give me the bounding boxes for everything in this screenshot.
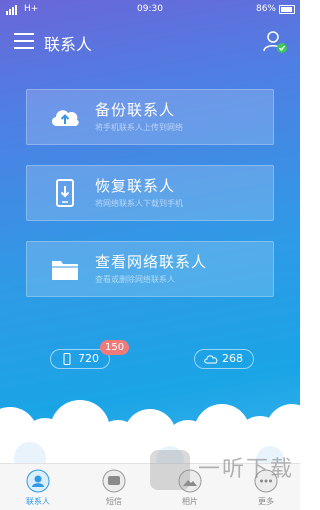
watermark: 一听下载 [150,440,300,500]
status-bar: H+ 09:30 86% [0,0,300,20]
card-title: 恢复联系人 [95,177,176,195]
restore-contacts-button[interactable]: 恢复联系人 将网络联系人下载到手机 [26,165,274,221]
card-subtitle: 将手机联系人上传到网络 [95,123,183,132]
app-screen: H+ 09:30 86% 联系人 备份联系人 将手机联系人上传到网络 恢复联系人… [0,0,300,510]
cloud-icon [204,355,218,364]
cloud-upload-icon [51,110,79,126]
tab-label: 短信 [106,497,122,506]
battery-icon [279,5,295,14]
local-count-value: 720 [78,352,99,365]
watermark-logo-icon [150,450,190,490]
app-header: 联系人 [0,24,300,60]
tab-label: 联系人 [26,497,50,506]
watermark-text: 一听下载 [198,457,295,482]
contact-icon [26,469,50,493]
folder-icon [52,261,78,280]
phone-download-icon [56,179,74,207]
tab-messages[interactable]: 短信 [84,464,144,510]
menu-icon[interactable] [14,33,34,49]
card-subtitle: 将网络联系人下载到手机 [95,199,183,208]
page-title: 联系人 [44,35,93,54]
view-network-contacts-button[interactable]: 查看网络联系人 查看或删除网络联系人 [26,241,274,297]
user-check-icon[interactable] [262,29,288,55]
cloud-contacts-count[interactable]: 268 [194,349,254,369]
message-icon [102,469,126,493]
battery-percent: 86% [255,4,276,14]
backup-contacts-button[interactable]: 备份联系人 将手机联系人上传到网络 [26,89,274,145]
tab-contacts[interactable]: 联系人 [8,464,68,510]
card-subtitle: 查看或删除网络联系人 [95,275,175,284]
card-title: 查看网络联系人 [95,253,208,271]
phone-icon [63,353,71,365]
cloud-count-value: 268 [222,352,243,365]
new-contacts-badge: 150 [100,340,130,355]
card-title: 备份联系人 [95,101,176,119]
